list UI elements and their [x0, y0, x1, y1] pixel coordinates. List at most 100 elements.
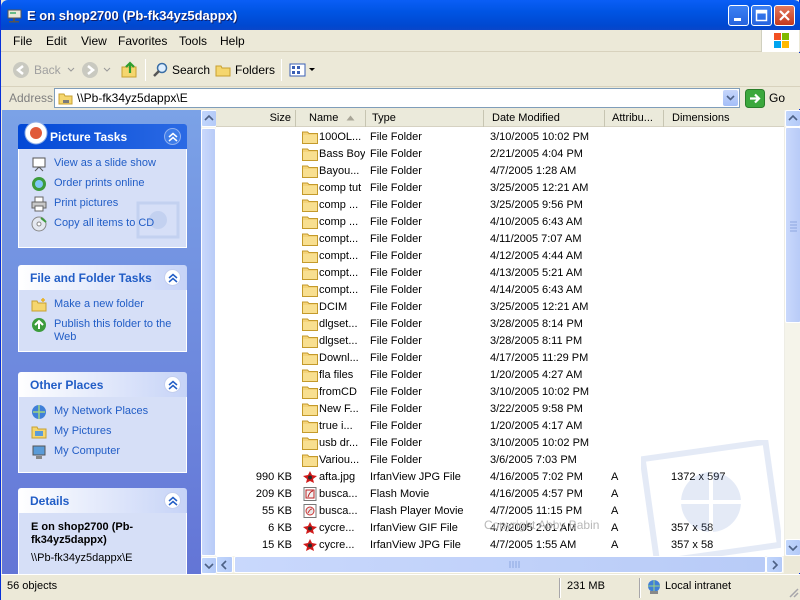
go-button[interactable]: Go [745, 88, 785, 108]
chevron-up-icon [168, 380, 178, 390]
search-button[interactable]: Search [152, 59, 210, 81]
task-pane-scrollbar[interactable] [201, 110, 217, 574]
folder-icon [302, 147, 318, 161]
file-list-horizontal-scrollbar[interactable] [216, 556, 784, 573]
place-label: My Pictures [54, 425, 112, 437]
folders-label: Folders [235, 63, 276, 77]
folders-button[interactable]: Folders [215, 59, 275, 81]
picture-tasks-header[interactable]: Picture Tasks [18, 121, 187, 149]
place-my-network-places[interactable]: My Network Places [19, 405, 186, 419]
file-row[interactable]: compt... File Folder 4/11/2005 7:07 AM [216, 231, 784, 248]
file-row[interactable]: New F... File Folder 3/22/2005 9:58 PM [216, 401, 784, 418]
collapse-button[interactable] [164, 492, 181, 509]
cd-icon [31, 216, 47, 232]
views-button[interactable] [289, 59, 316, 81]
column-name[interactable]: Name [296, 110, 366, 127]
file-date-modified: 4/14/2005 6:43 AM [490, 284, 583, 296]
column-attributes[interactable]: Attribu... [605, 110, 664, 127]
column-size[interactable]: Size [216, 110, 296, 127]
minimize-button[interactable] [728, 5, 749, 26]
column-dimensions[interactable]: Dimensions [664, 110, 784, 127]
place-my-computer[interactable]: My Computer [19, 445, 186, 459]
menu-favorites[interactable]: Favorites [118, 34, 167, 48]
file-row[interactable]: dlgset... File Folder 3/28/2005 8:11 PM [216, 333, 784, 350]
file-row[interactable]: compt... File Folder 4/14/2005 6:43 AM [216, 282, 784, 299]
scroll-left-button[interactable] [216, 556, 233, 573]
file-row[interactable]: comp ... File Folder 4/10/2005 6:43 AM [216, 214, 784, 231]
chevron-down-icon [726, 95, 735, 101]
file-row[interactable]: compt... File Folder 4/13/2005 5:21 AM [216, 265, 784, 282]
file-name: comp ... [319, 199, 359, 211]
file-row[interactable]: fla files File Folder 1/20/2005 4:27 AM [216, 367, 784, 384]
collapse-button[interactable] [164, 376, 181, 393]
chevron-up-icon [168, 273, 178, 283]
close-button[interactable] [774, 5, 795, 26]
file-row[interactable]: true i... File Folder 1/20/2005 4:17 AM [216, 418, 784, 435]
status-size: 231 MB [567, 580, 605, 592]
go-arrow-icon [745, 88, 765, 108]
back-arrow-icon [13, 62, 29, 78]
task-publish-web[interactable]: Publish this folder to the Web [19, 318, 186, 344]
new-folder-icon [31, 298, 47, 312]
file-size: 209 KB [255, 488, 292, 500]
scroll-thumb[interactable] [234, 556, 766, 573]
maximize-button[interactable] [751, 5, 772, 26]
file-row[interactable]: comp tut File Folder 3/25/2005 12:21 AM [216, 180, 784, 197]
up-folder-button[interactable] [121, 59, 139, 81]
task-label: Print pictures [54, 197, 119, 209]
resize-grip-icon[interactable] [787, 586, 799, 598]
details-body: E on shop2700 (Pb-fk34yz5dappx) \\Pb-fk3… [18, 513, 187, 574]
file-row[interactable]: DCIM File Folder 3/25/2005 12:21 AM [216, 299, 784, 316]
task-copy-to-cd[interactable]: Copy all items to CD [19, 216, 186, 232]
details-header[interactable]: Details [18, 488, 187, 513]
scroll-thumb[interactable] [201, 128, 216, 556]
file-name: DCIM [319, 301, 348, 313]
collapse-button[interactable] [164, 128, 181, 145]
other-places-header[interactable]: Other Places [18, 372, 187, 397]
folder-icon [302, 181, 318, 195]
folder-icon [302, 419, 318, 433]
task-new-folder[interactable]: Make a new folder [19, 298, 186, 312]
scroll-right-button[interactable] [766, 556, 783, 573]
menu-edit[interactable]: Edit [46, 34, 67, 48]
file-row[interactable]: 100OL... File Folder 3/10/2005 10:02 PM [216, 129, 784, 146]
address-dropdown-button[interactable] [723, 90, 738, 106]
menu-file[interactable]: File [13, 34, 32, 48]
task-slideshow[interactable]: View as a slide show [19, 157, 186, 172]
title-bar[interactable]: E on shop2700 (Pb-fk34yz5dappx) [1, 0, 800, 30]
back-button[interactable]: Back [12, 59, 77, 81]
menu-view[interactable]: View [81, 34, 107, 48]
scroll-up-button[interactable] [785, 110, 800, 127]
file-row[interactable]: Bayou... File Folder 4/7/2005 1:28 AM [216, 163, 784, 180]
task-order-prints[interactable]: Order prints online [19, 177, 186, 191]
place-my-pictures[interactable]: My Pictures [19, 425, 186, 439]
scroll-up-button[interactable] [201, 110, 217, 127]
file-date-modified: 4/7/2005 1:28 AM [490, 165, 577, 177]
file-name: dlgset... [319, 335, 358, 347]
file-type: File Folder [370, 335, 422, 347]
file-date-modified: 4/10/2005 6:43 AM [490, 216, 583, 228]
forward-button[interactable] [81, 59, 113, 81]
menu-help[interactable]: Help [220, 34, 245, 48]
collapse-button[interactable] [164, 269, 181, 286]
file-list-vertical-scrollbar[interactable] [784, 110, 800, 556]
file-type: File Folder [370, 199, 422, 211]
file-row[interactable]: Downl... File Folder 4/17/2005 11:29 PM [216, 350, 784, 367]
scroll-down-button[interactable] [201, 557, 217, 574]
file-name: 100OL... [319, 131, 362, 143]
file-row[interactable]: compt... File Folder 4/12/2005 4:44 AM [216, 248, 784, 265]
task-print-pictures[interactable]: Print pictures [19, 196, 186, 212]
file-list[interactable]: Size Name Type Date Modified Attribu... … [216, 110, 784, 556]
file-row[interactable]: fromCD File Folder 3/10/2005 10:02 PM [216, 384, 784, 401]
file-row[interactable]: Bass Boy File Folder 2/21/2005 4:04 PM [216, 146, 784, 163]
menu-tools[interactable]: Tools [179, 34, 207, 48]
column-type[interactable]: Type [366, 110, 484, 127]
scroll-down-button[interactable] [785, 539, 800, 556]
forward-arrow-icon [82, 62, 98, 78]
address-input[interactable]: \\Pb-fk34yz5dappx\E [54, 88, 740, 108]
scroll-thumb[interactable] [785, 127, 800, 323]
file-row[interactable]: dlgset... File Folder 3/28/2005 8:14 PM [216, 316, 784, 333]
file-folder-tasks-header[interactable]: File and Folder Tasks [18, 265, 187, 290]
file-row[interactable]: comp ... File Folder 3/25/2005 9:56 PM [216, 197, 784, 214]
column-date-modified[interactable]: Date Modified [484, 110, 605, 127]
